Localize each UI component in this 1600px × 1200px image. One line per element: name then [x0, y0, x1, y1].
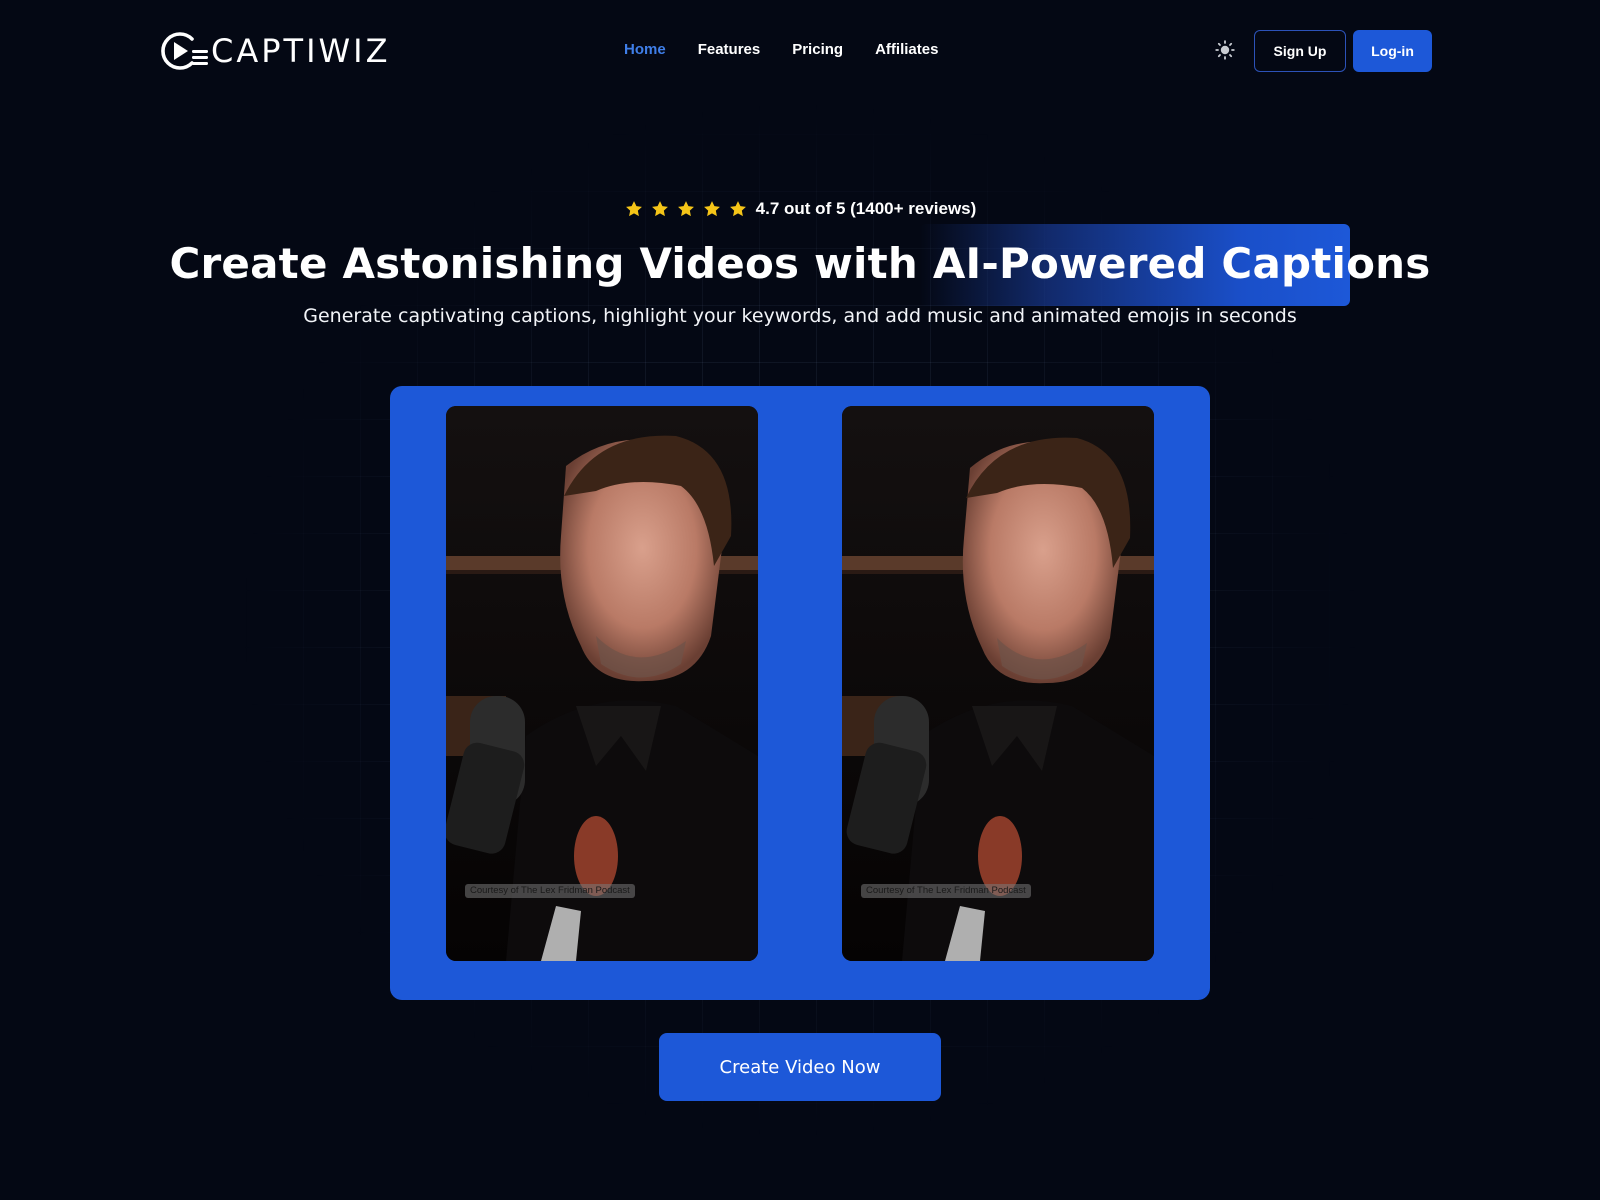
video-credit: Courtesy of The Lex Fridman Podcast: [861, 884, 1031, 898]
rating-stars: [624, 199, 748, 219]
log-in-button[interactable]: Log-in: [1353, 30, 1432, 72]
page-title: Create Astonishing Videos with AI-Powere…: [169, 239, 1431, 288]
video-credit: Courtesy of The Lex Fridman Podcast: [465, 884, 635, 898]
theme-toggle[interactable]: [1214, 39, 1236, 61]
video-showcase: Courtesy of The Lex Fridman Podcast Cour…: [390, 386, 1210, 1000]
nav-pricing[interactable]: Pricing: [792, 38, 843, 62]
star-icon: [703, 201, 720, 217]
main-nav: Home Features Pricing Affiliates: [624, 38, 970, 62]
headline-block: Create Astonishing Videos with AI-Powere…: [0, 224, 1600, 306]
nav-affiliates[interactable]: Affiliates: [875, 38, 938, 62]
video-frame: [842, 406, 1154, 961]
site-header: CAPTIWIZ Home Features Pricing Affiliate…: [0, 0, 1600, 100]
star-icon: [729, 201, 746, 217]
rating-text: 4.7 out of 5 (1400+ reviews): [755, 199, 977, 218]
rating: 4.7 out of 5 (1400+ reviews): [0, 199, 1600, 219]
video-preview-original[interactable]: Courtesy of The Lex Fridman Podcast: [446, 406, 758, 961]
subheadline: Generate captivating captions, highlight…: [303, 305, 1297, 327]
star-icon: [651, 201, 668, 217]
nav-features[interactable]: Features: [698, 38, 761, 62]
create-video-button[interactable]: Create Video Now: [659, 1033, 941, 1101]
video-frame: [446, 406, 758, 961]
sign-up-button[interactable]: Sign Up: [1254, 30, 1346, 72]
play-captions-icon: [159, 30, 213, 72]
sun-icon: [1215, 40, 1235, 60]
brand-name: CAPTIWIZ: [211, 32, 391, 70]
nav-home[interactable]: Home: [624, 38, 666, 62]
video-preview-captioned[interactable]: Courtesy of The Lex Fridman Podcast: [842, 406, 1154, 961]
star-icon: [625, 201, 642, 217]
logo[interactable]: CAPTIWIZ: [159, 30, 391, 72]
star-icon: [677, 201, 694, 217]
